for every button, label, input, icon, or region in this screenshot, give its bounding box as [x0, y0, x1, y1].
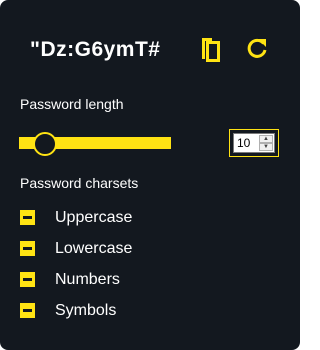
spin-buttons: ▲ ▼	[259, 135, 273, 151]
symbols-label: Symbols	[55, 302, 117, 319]
increment-button[interactable]: ▲	[259, 135, 273, 143]
password-generator-panel: "Dz:G6ymT# Password length 10 ▲ ▼ Passwo…	[0, 0, 300, 350]
numbers-checkbox[interactable]	[20, 272, 35, 287]
password-length-label: Password length	[20, 96, 124, 112]
copy-icon	[202, 38, 220, 62]
length-number-field[interactable]: 10 ▲ ▼	[229, 129, 279, 157]
lowercase-label: Lowercase	[55, 240, 133, 257]
password-charsets-label: Password charsets	[20, 175, 139, 191]
refresh-button[interactable]	[242, 34, 272, 64]
length-value: 10	[237, 136, 251, 150]
symbols-checkbox-row[interactable]: Symbols	[20, 301, 220, 321]
lowercase-checkbox-row[interactable]: Lowercase	[20, 239, 220, 259]
numbers-checkbox-row[interactable]: Numbers	[20, 270, 220, 290]
length-input[interactable]: 10 ▲ ▼	[233, 133, 275, 153]
slider-thumb[interactable]	[33, 132, 57, 156]
numbers-label: Numbers	[55, 271, 120, 288]
password-row: "Dz:G6ymT#	[30, 34, 280, 64]
uppercase-label: Uppercase	[55, 209, 133, 226]
copy-button[interactable]	[196, 34, 226, 64]
decrement-button[interactable]: ▼	[259, 143, 273, 151]
refresh-icon	[247, 38, 267, 58]
generated-password: "Dz:G6ymT#	[30, 38, 161, 61]
length-slider[interactable]	[19, 132, 171, 156]
lowercase-checkbox[interactable]	[20, 241, 35, 256]
uppercase-checkbox-row[interactable]: Uppercase	[20, 208, 220, 228]
uppercase-checkbox[interactable]	[20, 210, 35, 225]
symbols-checkbox[interactable]	[20, 303, 35, 318]
